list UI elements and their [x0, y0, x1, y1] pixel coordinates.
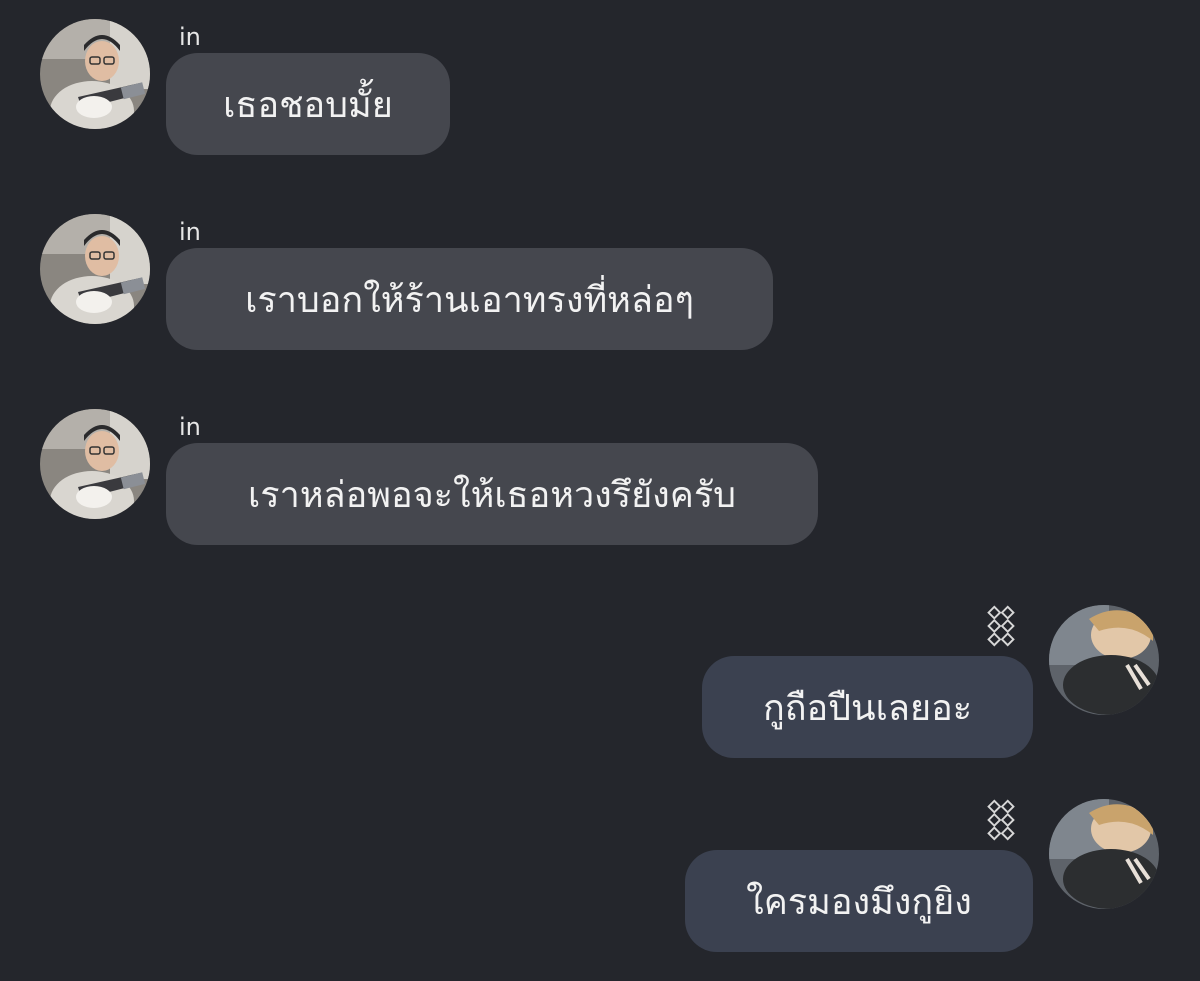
sender-name: in: [179, 23, 201, 51]
chain-link-icon: [983, 797, 1019, 841]
sender-name: in: [179, 218, 201, 246]
message-bubble[interactable]: เราหล่อพอจะให้เธอหวงรึยังครับ: [166, 443, 818, 545]
my-avatar[interactable]: [1049, 605, 1159, 715]
outgoing-message: กูถือปืนเลยอะ: [0, 603, 1200, 773]
outgoing-message: ใครมองมึงกูยิง: [0, 797, 1200, 967]
message-bubble[interactable]: เราบอกให้ร้านเอาทรงที่หล่อๆ: [166, 248, 773, 350]
sender-avatar[interactable]: [40, 214, 150, 324]
sender-avatar[interactable]: [40, 409, 150, 519]
message-bubble[interactable]: ใครมองมึงกูยิง: [685, 850, 1033, 952]
chain-link-icon: [983, 603, 1019, 647]
my-avatar[interactable]: [1049, 799, 1159, 909]
incoming-message: in เราหล่อพอจะให้เธอหวงรึยังครับ: [0, 390, 1200, 560]
sender-avatar[interactable]: [40, 19, 150, 129]
message-bubble[interactable]: เธอชอบมั้ย: [166, 53, 450, 155]
incoming-message: in เธอชอบมั้ย: [0, 0, 1200, 170]
message-bubble[interactable]: กูถือปืนเลยอะ: [702, 656, 1033, 758]
incoming-message: in เราบอกให้ร้านเอาทรงที่หล่อๆ: [0, 195, 1200, 365]
sender-name: in: [179, 413, 201, 441]
